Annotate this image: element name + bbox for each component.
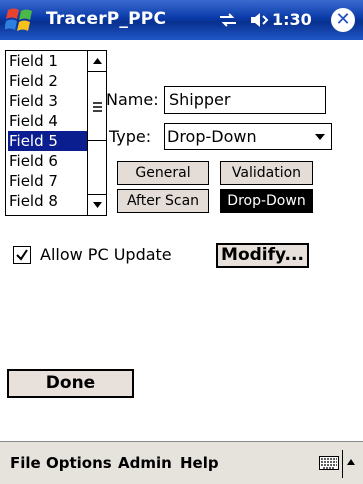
app-title: TracerP_PPC (46, 9, 167, 29)
allow-pc-update-checkbox[interactable] (13, 246, 31, 264)
list-item[interactable]: Field 7 (8, 171, 87, 191)
field-list[interactable]: Field 1 Field 2 Field 3 Field 4 Field 5 … (5, 50, 107, 216)
scrollbar-thumb[interactable] (88, 71, 106, 141)
close-button[interactable]: ✕ (331, 8, 355, 32)
menu-options[interactable]: Options (46, 454, 112, 472)
menu-divider (342, 450, 343, 478)
connectivity-icon[interactable] (218, 12, 238, 28)
list-scrollbar[interactable] (87, 51, 106, 215)
sip-up-arrow-icon[interactable] (347, 459, 355, 465)
grip-icon (93, 102, 102, 112)
allow-pc-update-label[interactable]: Allow PC Update (40, 245, 172, 264)
menu-bar: File Options Admin Help (0, 441, 363, 484)
scroll-up-button[interactable] (88, 51, 106, 72)
tab-drop-down[interactable]: Drop-Down (220, 189, 313, 213)
list-item[interactable]: Field 4 (8, 111, 87, 131)
type-select-value: Drop-Down (167, 127, 257, 146)
name-label: Name: (106, 90, 159, 109)
volume-icon[interactable] (249, 11, 269, 29)
scroll-down-button[interactable] (88, 194, 106, 215)
tab-general[interactable]: General (117, 161, 209, 185)
menu-file[interactable]: File (10, 454, 41, 472)
list-item[interactable]: Field 3 (8, 91, 87, 111)
list-item[interactable]: Field 2 (8, 71, 87, 91)
close-icon: ✕ (335, 9, 351, 30)
checkmark-icon (16, 249, 28, 261)
chevron-up-icon (93, 58, 102, 64)
list-item[interactable]: Field 1 (8, 51, 87, 71)
list-item[interactable]: Field 6 (8, 151, 87, 171)
list-item[interactable]: Field 8 (8, 191, 87, 211)
menu-admin[interactable]: Admin (118, 454, 172, 472)
tab-after-scan[interactable]: After Scan (117, 189, 209, 213)
title-bar: TracerP_PPC 1:30 ✕ (0, 0, 363, 40)
type-label: Type: (109, 127, 152, 146)
name-input[interactable]: Shipper (164, 86, 326, 114)
clock[interactable]: 1:30 (272, 10, 312, 29)
chevron-down-icon (93, 202, 102, 208)
list-item-selected[interactable]: Field 5 (8, 131, 87, 151)
modify-button[interactable]: Modify... (216, 243, 309, 268)
done-button[interactable]: Done (7, 369, 134, 398)
dropdown-arrow-icon (315, 134, 325, 140)
type-select[interactable]: Drop-Down (164, 123, 332, 150)
keyboard-icon[interactable] (319, 456, 339, 470)
windows-start-icon[interactable] (5, 6, 35, 34)
menu-help[interactable]: Help (180, 454, 219, 472)
tab-validation[interactable]: Validation (220, 161, 313, 185)
